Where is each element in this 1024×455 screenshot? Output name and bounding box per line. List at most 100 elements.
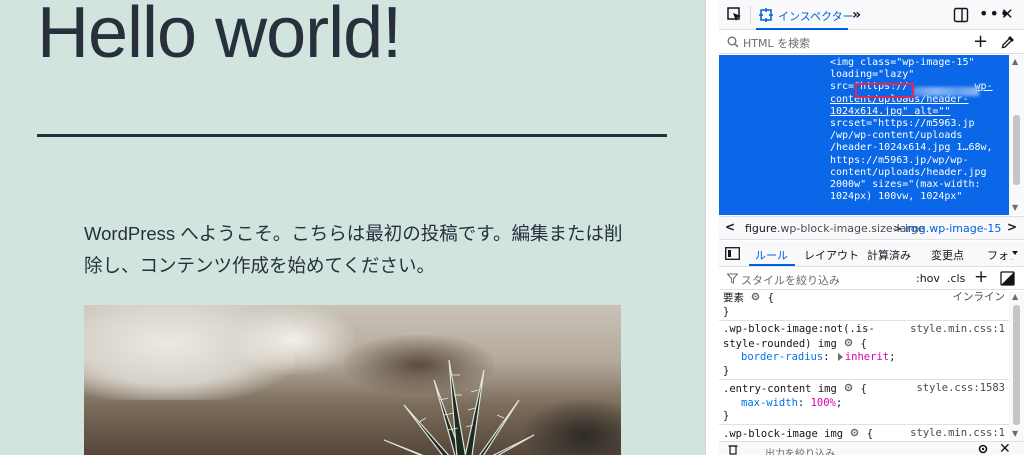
element-picker-icon[interactable] [726,6,744,24]
css-rules-panel[interactable]: 要素 {インライン } .wp-block-image:not(.is-styl… [719,291,1009,441]
rules-scrollbar-thumb[interactable] [1013,305,1020,425]
rule-brace: { [860,383,867,395]
markup-view[interactable]: <img class="wp-image-15" loading="lazy" … [719,55,1009,215]
prop-name[interactable]: max-width [741,397,798,409]
markup-line: <img class="wp-image-15" [830,57,975,68]
prop-name[interactable]: border-radius [741,351,823,363]
breadcrumb-class: .wp-block-image.size-large [776,222,925,235]
scroll-up-icon[interactable]: ▲ [1012,292,1018,301]
gear-icon[interactable] [977,443,989,455]
scroll-down-icon[interactable]: ▼ [1012,203,1018,212]
rule-source[interactable]: style.min.css:1 [910,323,1005,337]
markup-line: 1024px) 100vw, 1024px" [830,191,963,203]
tab-changes[interactable]: 変更点 [931,247,964,263]
eyedropper-icon[interactable] [1001,35,1015,49]
highlight-box [855,83,914,98]
breadcrumb-separator: > [893,222,903,235]
rule-brace: { [866,428,874,440]
css-rule-wp-block-image-img[interactable]: .wp-block-image img { style.min.css:1 [723,427,1007,441]
rule-source[interactable]: style.css:1583 [916,382,1005,396]
trash-icon[interactable] [727,443,739,455]
tab-inspector-label: インスペクター [778,10,854,23]
inspector-icon [759,8,773,22]
markup-scrollbar[interactable]: ▲ ▼ [1009,55,1024,215]
gear-icon[interactable] [750,291,761,302]
rule-source[interactable]: style.min.css:1 [910,427,1005,441]
redacted-domain [913,87,979,96]
breadcrumb-item-img[interactable]: img.wp-image-15 [905,222,1001,235]
active-tab-indicator [749,264,795,266]
more-tools-chevron-icon[interactable]: » [852,7,861,23]
rule-divider [719,320,1009,321]
rule-brace: { [860,337,867,350]
rule-close-brace: } [723,305,730,318]
rule-selector: .entry-content img [723,383,837,395]
rule-source[interactable]: インライン [953,291,1006,305]
css-declaration[interactable]: max-width: 100%; [723,397,1007,411]
tabs-dropdown-icon[interactable] [1010,247,1020,259]
tab-layout[interactable]: レイアウト [804,247,859,263]
rule-selector: .wp-block-image:not(.is- [723,323,875,335]
search-icon [727,36,739,48]
breadcrumb: < figure.wp-block-image.size-large > img… [719,216,1024,240]
succulent-plant-graphic [383,360,535,455]
css-declaration[interactable]: border-radius: inherit; [723,351,1007,365]
scroll-down-icon[interactable]: ▼ [1012,429,1018,438]
hover-state-toggle[interactable]: :hov [916,272,940,285]
expand-triangle-icon[interactable] [837,353,843,361]
markup-line: srcset="https://m5963.jp [830,118,975,130]
sidebar-toggle-icon[interactable] [725,247,740,260]
tab-rules[interactable]: ルール [755,247,788,263]
markup-line: https://m5963.jp/wp/wp- [830,154,969,166]
tab-inspector[interactable]: インスペクター [756,0,854,30]
tab-computed[interactable]: 計算済み [867,247,911,263]
rules-tabbar: ルール レイアウト 計算済み 変更点 フォン [719,241,1024,267]
markup-scrollbar-thumb[interactable] [1013,115,1020,185]
image-light-blur [234,305,354,375]
rules-scrollbar[interactable]: ▲ ▼ [1009,291,1024,441]
styles-filter-input[interactable]: スタイルを絞り込み [741,272,840,288]
markup-line: content/uploads/header.jpg [830,166,987,178]
add-rule-button[interactable]: + [974,267,988,287]
toolbar-divider [750,6,751,24]
markup-line-text: 1024x614.jpg" alt="" [830,105,951,117]
markup-line: /header-1024x614.jpg 1…68w, [830,142,993,154]
class-toggle[interactable]: .cls [947,272,965,285]
rule-close-brace: } [723,410,730,422]
rule-brace: { [767,292,774,304]
gear-icon[interactable] [843,382,854,393]
rule-divider [719,424,1009,425]
breadcrumb-left-arrow[interactable]: < [725,220,735,234]
markup-line: /wp/wp-content/uploads [830,130,963,142]
prop-value[interactable]: 100% [811,397,836,409]
header-image[interactable] [84,305,621,455]
styles-filter-bar[interactable]: スタイルを絞り込み :hov .cls + [719,267,1024,290]
rule-selector: .wp-block-image img [723,428,844,440]
close-icon[interactable]: ✕ [999,442,1011,455]
gear-icon[interactable] [843,337,854,348]
css-rule-wp-block-image[interactable]: .wp-block-image:not(.is-style.min.css:1 … [723,323,1007,378]
breadcrumb-tag: figure [745,222,777,235]
html-search-bar[interactable]: HTML を検索 + [719,30,1024,54]
console-split-bar: 出力を絞り込み ✕ [719,441,1024,455]
filter-icon [727,273,738,284]
markup-line: 1024x614.jpg" alt="" [830,106,950,117]
html-search-input[interactable]: HTML を検索 [743,35,810,51]
post-title: Hello world! [37,0,402,73]
selected-node-markup[interactable]: <img class="wp-image-15" loading="lazy" … [830,57,1009,203]
gear-icon[interactable] [849,427,860,438]
console-filter-input[interactable]: 出力を絞り込み [765,445,835,455]
breadcrumb-right-arrow[interactable]: > [1007,220,1017,234]
add-node-button[interactable]: + [973,31,988,52]
markup-line: loading="lazy" [830,69,915,81]
dock-icon[interactable] [953,7,969,23]
prop-value[interactable]: inherit [845,351,889,363]
css-rule-element[interactable]: 要素 {インライン } [723,291,1007,319]
markup-line: 2000w" sizes="(max-width: [830,179,981,191]
scroll-up-icon[interactable]: ▲ [1012,57,1018,66]
css-rule-entry-content[interactable]: .entry-content img { style.css:1583 max-w… [723,382,1007,424]
rule-selector-cont: style-rounded) img [723,337,837,350]
title-separator [37,134,667,137]
color-palette-icon[interactable] [1000,271,1015,286]
close-icon[interactable]: ✕ [1001,5,1014,23]
